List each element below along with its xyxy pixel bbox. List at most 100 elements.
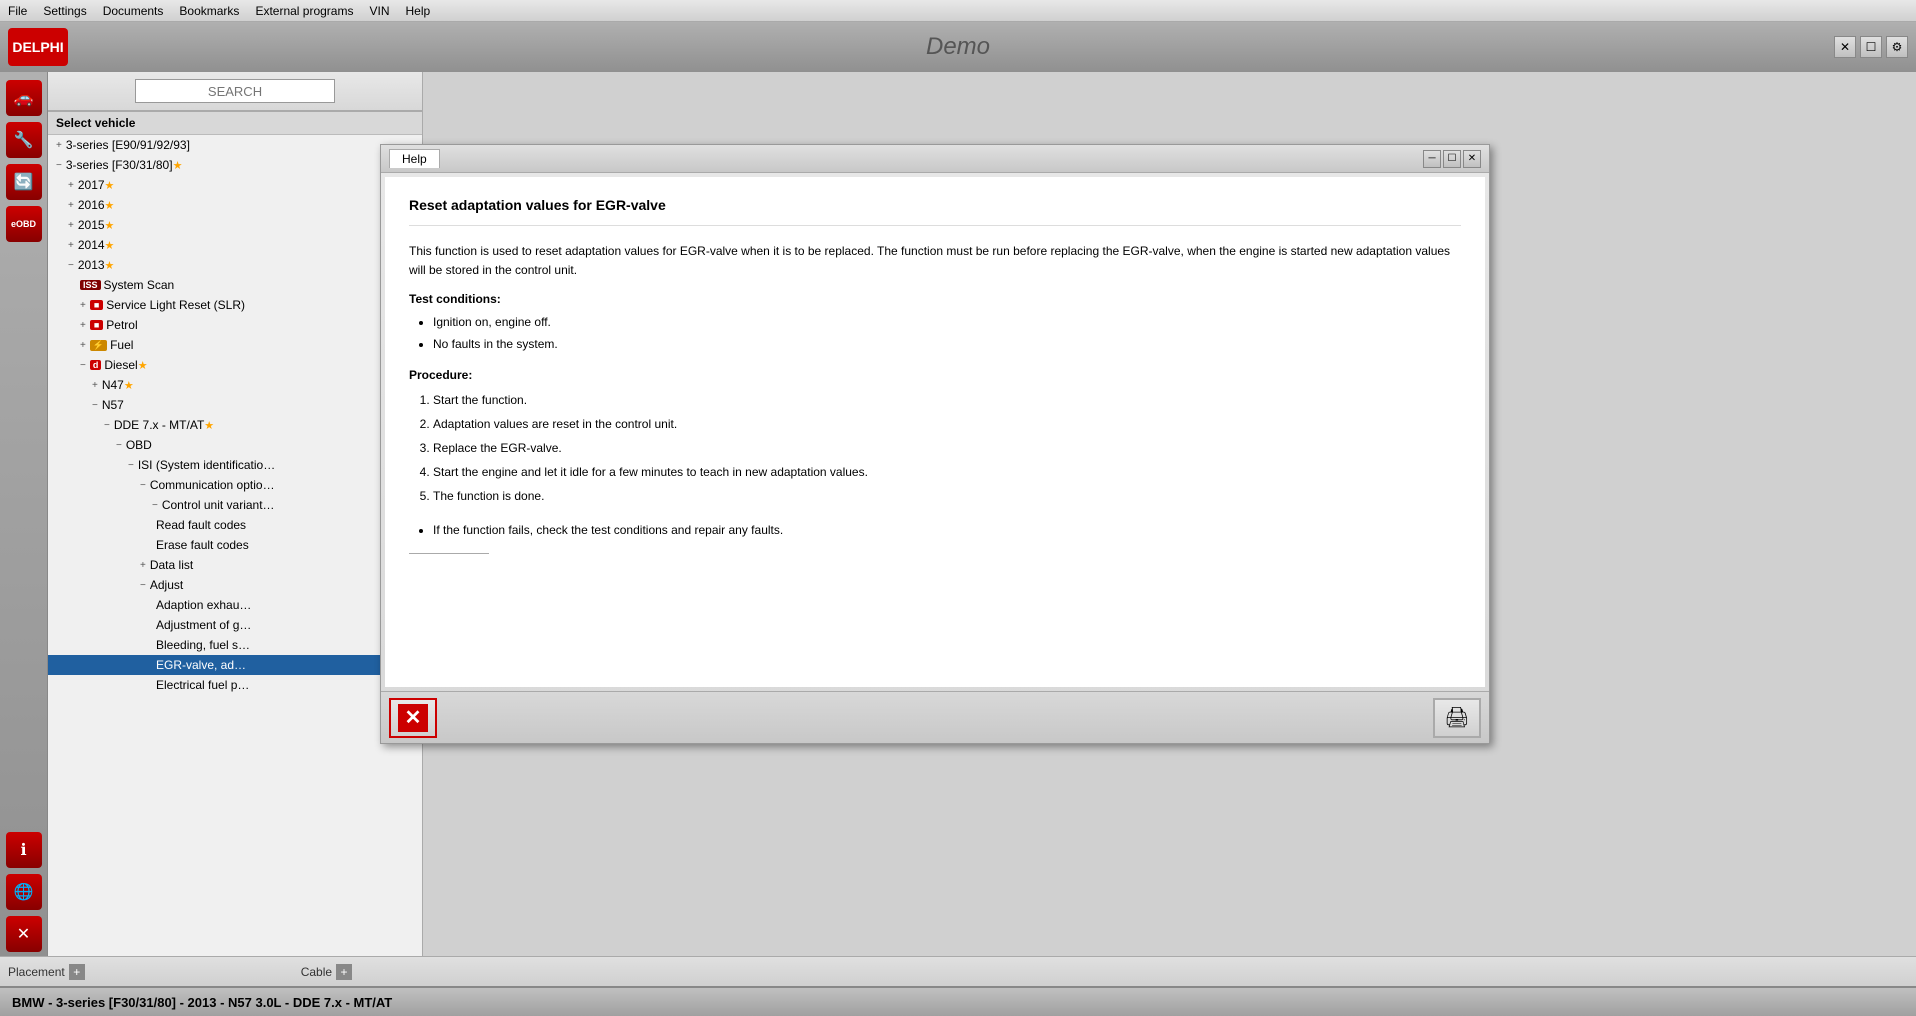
- tree-item-item21[interactable]: Erase fault codes: [48, 535, 422, 555]
- help-description: This function is used to reset adaptatio…: [409, 242, 1461, 280]
- menu-documents[interactable]: Documents: [103, 4, 164, 18]
- maximize-window-button[interactable]: ☐: [1860, 36, 1882, 58]
- tree-item-item6[interactable]: +2014 ★: [48, 235, 422, 255]
- tree-item-label: N47: [102, 378, 124, 392]
- tree-expand-icon: −: [128, 460, 134, 471]
- placement-plus-button[interactable]: +: [69, 964, 85, 980]
- tree-item-label: OBD: [126, 438, 152, 452]
- tree-item-label: Service Light Reset (SLR): [106, 298, 245, 312]
- tree-item-label: 2013: [78, 258, 105, 272]
- placement-label: Placement: [8, 965, 65, 979]
- tree-item-item25[interactable]: Adjustment of g…: [48, 615, 422, 635]
- menu-bookmarks[interactable]: Bookmarks: [179, 4, 239, 18]
- tree-item-item13[interactable]: +N47 ★: [48, 375, 422, 395]
- tree-item-label: 2014: [78, 238, 105, 252]
- help-popup: Help ─ ☐ ✕ Reset adaptation values for E…: [380, 144, 1490, 744]
- tree-item-item12[interactable]: −dDiesel ★: [48, 355, 422, 375]
- cable-plus-button[interactable]: +: [336, 964, 352, 980]
- web-icon[interactable]: 🌐: [6, 874, 42, 910]
- tree-item-label: EGR-valve, ad…: [156, 658, 246, 672]
- menu-settings[interactable]: Settings: [43, 4, 86, 18]
- tree-badge: d: [90, 360, 102, 370]
- help-close-button[interactable]: ✕: [1463, 150, 1481, 168]
- procedure-step-1: Start the function.: [433, 388, 1461, 412]
- diagnostic-icon[interactable]: 🔧: [6, 122, 42, 158]
- help-maximize-button[interactable]: ☐: [1443, 150, 1461, 168]
- tree-star-icon: ★: [138, 359, 148, 372]
- help-titlebar: Help ─ ☐ ✕: [381, 145, 1489, 173]
- tree-item-item15[interactable]: −DDE 7.x - MT/AT ★: [48, 415, 422, 435]
- tree-badge: ■: [90, 320, 103, 330]
- tree-item-label: Bleeding, fuel s…: [156, 638, 250, 652]
- tree-item-item10[interactable]: +■Petrol: [48, 315, 422, 335]
- tree-item-item24[interactable]: Adaption exhau…: [48, 595, 422, 615]
- tree-item-label: 2015: [78, 218, 105, 232]
- tree-expand-icon: −: [152, 500, 158, 511]
- help-close-x-button[interactable]: ✕: [389, 698, 437, 738]
- help-tab[interactable]: Help: [389, 149, 440, 168]
- vehicle-icon[interactable]: 🚗: [6, 80, 42, 116]
- tree-star-icon: ★: [105, 199, 115, 212]
- tree-item-label: Erase fault codes: [156, 538, 249, 552]
- tree-item-item17[interactable]: −ISI (System identificatio…: [48, 455, 422, 475]
- tree-item-item20[interactable]: Read fault codes: [48, 515, 422, 535]
- status-text: BMW - 3-series [F30/31/80] - 2013 - N57 …: [12, 995, 392, 1010]
- help-minimize-button[interactable]: ─: [1423, 150, 1441, 168]
- tree-item-item27[interactable]: EGR-valve, ad…: [48, 655, 422, 675]
- tree-item-item23[interactable]: −Adjust: [48, 575, 422, 595]
- tree-item-item7[interactable]: −2013 ★: [48, 255, 422, 275]
- title-controls: ✕ ☐ ⚙: [1834, 36, 1908, 58]
- tree-item-item26[interactable]: Bleeding, fuel s…: [48, 635, 422, 655]
- procedure-step-4: Start the engine and let it idle for a f…: [433, 460, 1461, 484]
- eobd-icon[interactable]: eOBD: [6, 206, 42, 242]
- tree-item-item16[interactable]: −OBD: [48, 435, 422, 455]
- tree-item-item11[interactable]: +⚡Fuel: [48, 335, 422, 355]
- tree-item-item19[interactable]: −Control unit variant…: [48, 495, 422, 515]
- service-icon[interactable]: 🔄: [6, 164, 42, 200]
- search-input[interactable]: [135, 79, 335, 103]
- tree-expand-icon: +: [68, 220, 74, 231]
- menu-help[interactable]: Help: [406, 4, 431, 18]
- close-icon[interactable]: ✕: [6, 916, 42, 952]
- tree-item-label: 2017: [78, 178, 105, 192]
- tree-item-item18[interactable]: −Communication optio…: [48, 475, 422, 495]
- tree-expand-icon: +: [56, 140, 62, 151]
- tree-item-label: 3-series [F30/31/80]: [66, 158, 173, 172]
- tree-star-icon: ★: [105, 179, 115, 192]
- tree-item-item28[interactable]: Electrical fuel p…: [48, 675, 422, 695]
- cable-label: Cable: [301, 965, 332, 979]
- tree-expand-icon: +: [80, 320, 86, 331]
- test-condition-2: No faults in the system.: [433, 334, 1461, 356]
- menu-external-programs[interactable]: External programs: [255, 4, 353, 18]
- tree-star-icon: ★: [105, 219, 115, 232]
- menu-file[interactable]: File: [8, 4, 27, 18]
- print-button[interactable]: 🖨: [1433, 698, 1481, 738]
- procedure-step-2: Adaptation values are reset in the contr…: [433, 412, 1461, 436]
- tree-expand-icon: −: [56, 160, 62, 171]
- tree-star-icon: ★: [173, 159, 183, 172]
- title-bar: DELPHI Demo ✕ ☐ ⚙: [0, 22, 1916, 72]
- tree-item-item5[interactable]: +2015 ★: [48, 215, 422, 235]
- tree-item-item3[interactable]: +2017 ★: [48, 175, 422, 195]
- tree-expand-icon: +: [140, 560, 146, 571]
- tree-item-item1[interactable]: +3-series [E90/91/92/93]: [48, 135, 422, 155]
- tree-item-item14[interactable]: −N57: [48, 395, 422, 415]
- app-title: Demo: [926, 33, 990, 61]
- tree-badge: ⚡: [90, 340, 107, 351]
- close-window-button[interactable]: ✕: [1834, 36, 1856, 58]
- tree-item-item22[interactable]: +Data list: [48, 555, 422, 575]
- tree-item-item4[interactable]: +2016 ★: [48, 195, 422, 215]
- tree-item-label: Adjustment of g…: [156, 618, 251, 632]
- tree-item-item2[interactable]: −3-series [F30/31/80] ★: [48, 155, 422, 175]
- cable-section: Cable +: [301, 964, 352, 980]
- tree-expand-icon: −: [116, 440, 122, 451]
- test-condition-1: Ignition on, engine off.: [433, 312, 1461, 334]
- tree-item-label: Adjust: [150, 578, 183, 592]
- menu-vin[interactable]: VIN: [369, 4, 389, 18]
- tree-item-item9[interactable]: +■Service Light Reset (SLR): [48, 295, 422, 315]
- tree-item-item8[interactable]: ISSSystem Scan: [48, 275, 422, 295]
- tree-expand-icon: −: [92, 400, 98, 411]
- help-divider: [409, 553, 489, 554]
- settings-window-button[interactable]: ⚙: [1886, 36, 1908, 58]
- info-icon[interactable]: ℹ: [6, 832, 42, 868]
